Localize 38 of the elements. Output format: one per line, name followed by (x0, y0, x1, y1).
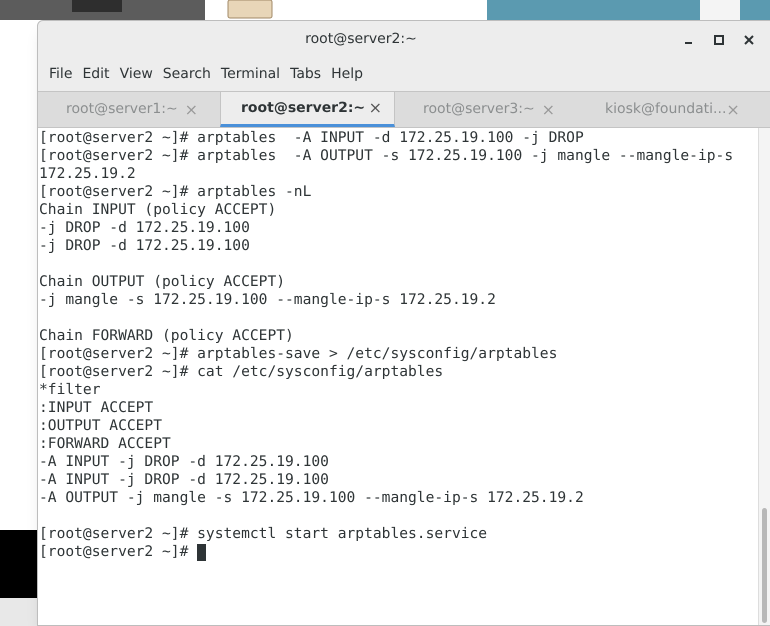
terminal-line: [root@server2 ~]# arptables -A OUTPUT -s 172.25.19.100 -j mangle --mangle-ip-s (39, 147, 734, 165)
terminal-line: *filter (39, 381, 101, 399)
tab-label: root@server3:~ (423, 100, 535, 119)
terminal-line: [root@server2 ~]# systemctl start arptables.service (39, 525, 488, 543)
terminal-line: [root@server2 ~]# cat /etc/sysconfig/arptables (39, 363, 444, 381)
terminal-line: [root@server2 ~]# arptables -A INPUT -d 172.25.19.100 -j DROP (39, 129, 584, 147)
terminal-line: -A INPUT -j DROP -d 172.25.19.100 (39, 453, 329, 471)
terminal-line: -j mangle -s 172.25.19.100 --mangle-ip-s 172.25.19.2 (39, 291, 496, 309)
terminal-line: 172.25.19.2 (39, 165, 136, 183)
terminal-line: :OUTPUT ACCEPT (39, 417, 162, 435)
tab-label: kiosk@foundati... (605, 100, 726, 119)
menu-item[interactable]: Search (158, 64, 215, 85)
menu-item[interactable]: View (116, 64, 157, 85)
menu-item[interactable]: Terminal (216, 64, 284, 85)
close-icon[interactable] (744, 34, 754, 44)
window-title: root@server2:~ (305, 30, 417, 49)
terminal-line: :FORWARD ACCEPT (39, 435, 171, 453)
terminal-line: Chain FORWARD (policy ACCEPT) (39, 327, 294, 345)
menu-item[interactable]: Edit (78, 64, 114, 85)
tab-close-button[interactable]: × (368, 96, 382, 120)
terminal-line: [root@server2 ~]# arptables -nL (39, 183, 312, 201)
scrollbar[interactable] (758, 128, 770, 625)
menu-item[interactable]: File (45, 64, 76, 85)
terminal-line: [root@server2 ~]# (39, 543, 190, 561)
terminal-line: Chain OUTPUT (policy ACCEPT) (39, 273, 286, 291)
terminal-tab[interactable]: root@server2:~ × (220, 92, 395, 127)
terminal-line: [root@server2 ~]# arptables-save > /etc/sysconfig/arptables (39, 345, 558, 363)
maximize-icon[interactable] (714, 34, 724, 44)
terminal-line: Chain INPUT (policy ACCEPT) (39, 201, 276, 219)
terminal-line: -j DROP -d 172.25.19.100 (39, 219, 250, 237)
terminal-line: -A INPUT -j DROP -d 172.25.19.100 (39, 471, 329, 489)
menu-item[interactable]: Tabs (286, 64, 326, 85)
terminal-line: :INPUT ACCEPT (39, 399, 154, 417)
tab-label: root@server1:~ (66, 100, 178, 119)
menu-item[interactable]: Help (327, 64, 367, 85)
terminal-line: -A OUTPUT -j mangle -s 172.25.19.100 --mangle-ip-s 172.25.19.2 (39, 489, 584, 507)
tab-label: root@server2:~ (241, 98, 366, 118)
terminal-line: -j DROP -d 172.25.19.100 (39, 237, 250, 255)
